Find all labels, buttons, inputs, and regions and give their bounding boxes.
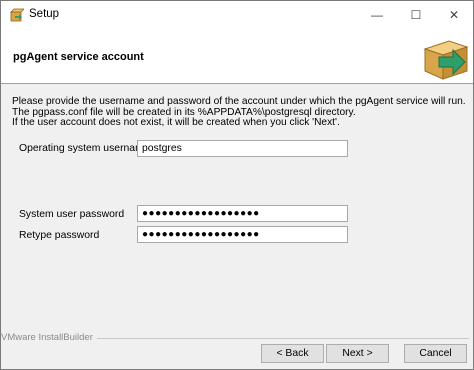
- footer-divider: [97, 338, 469, 339]
- window-title: Setup: [29, 8, 60, 20]
- installer-brand-label: VMware InstallBuilder: [1, 332, 95, 343]
- maximize-button[interactable]: ☐: [397, 1, 435, 29]
- description-line: If the user account does not exist, it w…: [12, 117, 340, 129]
- setup-app-icon: [10, 8, 24, 22]
- next-button[interactable]: Next >: [326, 344, 389, 363]
- close-icon: ✕: [448, 8, 460, 22]
- system-password-label: System user password: [19, 209, 125, 220]
- maximize-icon: ☐: [410, 8, 422, 22]
- retype-password-input[interactable]: ●●●●●●●●●●●●●●●●●●: [137, 226, 348, 243]
- page-header: pgAgent service account: [1, 29, 473, 84]
- description-line: Please provide the username and password…: [12, 96, 466, 107]
- page-title: pgAgent service account: [13, 51, 144, 63]
- cancel-button[interactable]: Cancel: [404, 344, 467, 363]
- close-button[interactable]: ✕: [435, 1, 473, 29]
- description-text: Please provide the username and password…: [12, 96, 467, 129]
- back-button[interactable]: < Back: [261, 344, 324, 363]
- minimize-button[interactable]: —: [358, 1, 396, 29]
- os-username-label: Operating system username: [19, 143, 150, 154]
- title-bar: Setup — ☐ ✕: [1, 1, 473, 29]
- os-username-input[interactable]: postgres: [137, 140, 348, 157]
- retype-password-label: Retype password: [19, 230, 100, 241]
- installer-box-arrow-icon: [423, 40, 469, 80]
- system-password-input[interactable]: ●●●●●●●●●●●●●●●●●●: [137, 205, 348, 222]
- setup-window: Setup — ☐ ✕ pgAgent service account Plea…: [0, 0, 474, 370]
- minimize-icon: —: [371, 8, 383, 22]
